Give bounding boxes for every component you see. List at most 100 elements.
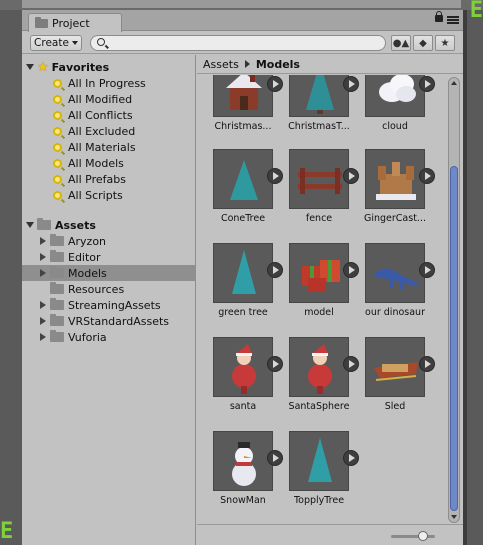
folder-icon bbox=[50, 266, 64, 278]
favorite-item[interactable]: All Scripts bbox=[53, 187, 123, 203]
corner-resize-icon[interactable]: E bbox=[0, 521, 13, 543]
asset-label: our dinosaur bbox=[365, 307, 425, 318]
lock-icon[interactable] bbox=[435, 11, 443, 22]
search-favorite-icon bbox=[53, 110, 62, 120]
asset-label: GingerCast... bbox=[364, 213, 426, 224]
save-search-button[interactable]: ★ bbox=[435, 35, 455, 51]
corner-resize-icon[interactable]: E bbox=[470, 0, 483, 22]
cone-icon bbox=[213, 149, 273, 209]
favorites-label: Favorites bbox=[51, 60, 110, 74]
expand-asset-icon[interactable] bbox=[419, 76, 435, 92]
asset-tile[interactable]: TopplyTree bbox=[273, 431, 359, 521]
asset-tile[interactable]: santa bbox=[197, 337, 283, 427]
expand-asset-icon[interactable] bbox=[419, 262, 435, 278]
filter-by-label-button[interactable]: ◆ bbox=[413, 35, 433, 51]
dinosaur-icon bbox=[365, 243, 425, 303]
search-input[interactable] bbox=[109, 36, 379, 50]
chevron-right-icon[interactable] bbox=[40, 253, 46, 261]
search-box[interactable] bbox=[90, 35, 386, 51]
favorite-label: All Models bbox=[68, 156, 124, 170]
menu-icon[interactable] bbox=[447, 16, 459, 24]
project-window: Project Create ●▲ ◆ ★ ★ Favorites All In… bbox=[22, 10, 463, 545]
vertical-scrollbar[interactable] bbox=[448, 77, 460, 523]
favorite-item[interactable]: All In Progress bbox=[53, 75, 146, 91]
breadcrumb-models[interactable]: Models bbox=[256, 58, 300, 71]
left-gutter bbox=[0, 10, 22, 545]
asset-tile[interactable]: SantaSphere bbox=[273, 337, 359, 427]
chevron-right-icon[interactable] bbox=[40, 237, 46, 245]
folder-item[interactable]: Aryzon bbox=[40, 233, 106, 249]
search-favorite-icon bbox=[53, 78, 62, 88]
chevron-right-icon[interactable] bbox=[40, 301, 46, 309]
asset-tile[interactable]: ConeTree bbox=[197, 149, 283, 239]
breadcrumb-assets[interactable]: Assets bbox=[203, 58, 239, 71]
asset-tile[interactable]: GingerCast... bbox=[349, 149, 435, 239]
santa-icon bbox=[289, 337, 349, 397]
folder-item[interactable]: StreamingAssets bbox=[40, 297, 161, 313]
folder-item[interactable]: Vuforia bbox=[40, 329, 107, 345]
cone-icon bbox=[213, 243, 273, 303]
tab-bar: Project bbox=[22, 10, 463, 32]
asset-tile[interactable]: model bbox=[273, 243, 359, 333]
scroll-down-icon[interactable] bbox=[451, 515, 457, 519]
favorite-item[interactable]: All Conflicts bbox=[53, 107, 133, 123]
folder-icon bbox=[35, 16, 48, 28]
expand-asset-icon[interactable] bbox=[419, 168, 435, 184]
favorite-item[interactable]: All Models bbox=[53, 155, 124, 171]
shapes-icon: ●▲ bbox=[392, 37, 410, 49]
folder-icon bbox=[50, 330, 64, 342]
asset-tile[interactable]: SnowMan bbox=[197, 431, 283, 521]
favorite-label: All Materials bbox=[68, 140, 136, 154]
asset-tile[interactable]: our dinosaur bbox=[349, 243, 435, 333]
cloud-icon bbox=[365, 75, 425, 117]
favorite-label: All Excluded bbox=[68, 124, 136, 138]
favorite-item[interactable]: All Materials bbox=[53, 139, 136, 155]
favorite-item[interactable]: All Prefabs bbox=[53, 171, 126, 187]
assets-label: Assets bbox=[55, 218, 96, 232]
asset-tile[interactable]: Christmas... bbox=[197, 75, 283, 147]
snowman-icon bbox=[213, 431, 273, 491]
folder-label: Models bbox=[68, 266, 107, 280]
favorites-header[interactable]: ★ Favorites bbox=[26, 59, 109, 75]
chevron-right-icon[interactable] bbox=[40, 333, 46, 341]
slider-knob[interactable] bbox=[418, 531, 428, 541]
breadcrumb: Assets Models bbox=[197, 55, 463, 74]
folder-item[interactable]: Editor bbox=[40, 249, 101, 265]
folder-item[interactable]: VRStandardAssets bbox=[40, 313, 169, 329]
expand-arrow-icon[interactable] bbox=[26, 64, 34, 70]
folder-icon bbox=[50, 234, 64, 246]
folder-label: Editor bbox=[68, 250, 101, 264]
scroll-up-icon[interactable] bbox=[451, 81, 457, 85]
tab-project[interactable]: Project bbox=[28, 13, 122, 32]
assets-header[interactable]: Assets bbox=[26, 217, 96, 233]
expand-asset-icon[interactable] bbox=[419, 356, 435, 372]
folder-icon bbox=[37, 218, 51, 230]
folder-item-selected[interactable]: Models bbox=[22, 265, 196, 281]
asset-tile[interactable]: cloud bbox=[349, 75, 435, 147]
fence-icon bbox=[289, 149, 349, 209]
sled-icon bbox=[365, 337, 425, 397]
asset-tile[interactable]: fence bbox=[273, 149, 359, 239]
favorite-item[interactable]: All Excluded bbox=[53, 123, 135, 139]
folder-label: VRStandardAssets bbox=[68, 314, 170, 328]
castle-icon bbox=[365, 149, 425, 209]
chevron-right-icon[interactable] bbox=[40, 317, 46, 325]
folder-label: Vuforia bbox=[68, 330, 107, 344]
expand-arrow-icon[interactable] bbox=[26, 222, 34, 228]
favorite-item[interactable]: All Modified bbox=[53, 91, 132, 107]
chevron-right-icon[interactable] bbox=[40, 269, 46, 277]
expand-asset-icon[interactable] bbox=[343, 450, 359, 466]
house-icon bbox=[213, 75, 273, 117]
folder-label: Resources bbox=[68, 282, 125, 296]
folder-item[interactable]: Resources bbox=[50, 281, 124, 297]
thumbnail-size-slider[interactable] bbox=[391, 531, 435, 541]
filter-by-type-button[interactable]: ●▲ bbox=[391, 35, 411, 51]
bottom-bar bbox=[197, 524, 463, 545]
scroll-thumb[interactable] bbox=[450, 166, 458, 511]
asset-tile[interactable]: ChristmasT... bbox=[273, 75, 359, 147]
breadcrumb-separator-icon bbox=[244, 60, 250, 68]
search-favorite-icon bbox=[53, 142, 62, 152]
create-button[interactable]: Create bbox=[30, 35, 82, 51]
asset-tile[interactable]: green tree bbox=[197, 243, 283, 333]
asset-tile[interactable]: Sled bbox=[349, 337, 435, 427]
